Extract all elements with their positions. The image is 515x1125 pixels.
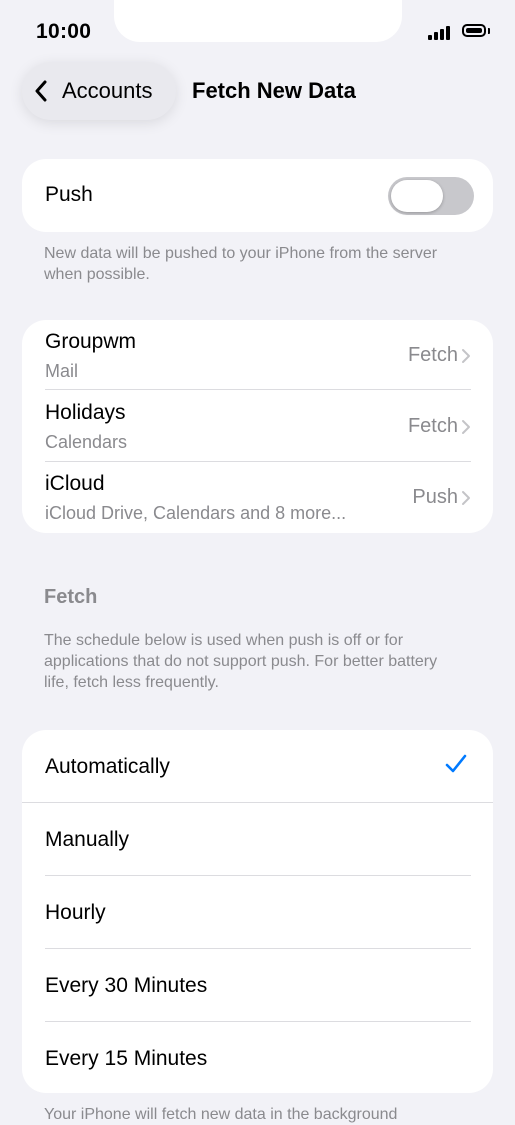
push-group: Push — [22, 159, 493, 232]
account-value-label: Push — [412, 486, 458, 508]
account-detail: Calendars — [45, 432, 128, 452]
checkmark-icon — [445, 754, 467, 773]
notch — [114, 0, 402, 42]
fetch-footer: Your iPhone will fetch new data in the b… — [44, 1106, 398, 1123]
push-toggle[interactable] — [388, 177, 474, 215]
option-label: Every 15 Minutes — [45, 1047, 208, 1070]
option-label: Hourly — [45, 901, 106, 924]
push-footer: New data will be pushed to your iPhone f… — [44, 245, 438, 283]
option-every-15-minutes[interactable]: Every 15 Minutes — [22, 1022, 493, 1093]
account-detail: Mail — [45, 361, 79, 381]
chevron-right-icon — [462, 490, 470, 505]
status-time: 10:00 — [36, 20, 92, 43]
chevron-right-icon — [462, 419, 470, 434]
fetch-description: The schedule below is used when push is … — [44, 632, 438, 691]
account-value-label: Fetch — [407, 415, 458, 437]
back-button-label: Accounts — [62, 78, 153, 103]
separator — [45, 389, 471, 390]
account-fetch-value: Fetch — [408, 415, 471, 438]
account-row-groupwm[interactable]: Groupwm Mail Fetch — [22, 320, 493, 391]
option-automatically[interactable]: Automatically — [22, 730, 493, 802]
account-detail: iCloud Drive, Calendars and 8 more... — [45, 503, 347, 523]
option-label: Manually — [45, 828, 130, 851]
chevron-left-icon — [35, 80, 47, 102]
account-name: iCloud — [45, 472, 105, 495]
account-name: Holidays — [45, 401, 126, 424]
option-label: Automatically — [45, 755, 170, 778]
option-hourly[interactable]: Hourly — [22, 876, 493, 948]
fetch-section-header: Fetch — [44, 586, 98, 608]
option-manually[interactable]: Manually — [22, 803, 493, 875]
account-fetch-value: Fetch — [408, 344, 471, 367]
option-label: Every 30 Minutes — [45, 974, 208, 997]
page-title: Fetch New Data — [192, 78, 356, 103]
account-name: Groupwm — [45, 330, 137, 353]
fetch-options-group: Automatically Manually Hourly Every 30 M… — [22, 730, 493, 1093]
toggle-knob — [391, 180, 443, 212]
chevron-right-icon — [462, 348, 470, 363]
push-row: Push — [22, 159, 493, 232]
account-value-label: Fetch — [407, 344, 458, 366]
account-row-holidays[interactable]: Holidays Calendars Fetch — [22, 391, 493, 462]
cellular-signal-icon — [428, 26, 458, 40]
push-label: Push — [45, 183, 93, 206]
option-every-30-minutes[interactable]: Every 30 Minutes — [22, 949, 493, 1021]
battery-icon — [462, 24, 486, 37]
back-button[interactable]: Accounts — [22, 62, 176, 120]
status-bar: 10:00 — [0, 0, 515, 60]
account-row-icloud[interactable]: iCloud iCloud Drive, Calendars and 8 mor… — [22, 462, 493, 533]
accounts-group: Groupwm Mail Fetch Holidays Calendars Fe… — [22, 320, 493, 533]
account-fetch-value: Push — [412, 486, 471, 509]
